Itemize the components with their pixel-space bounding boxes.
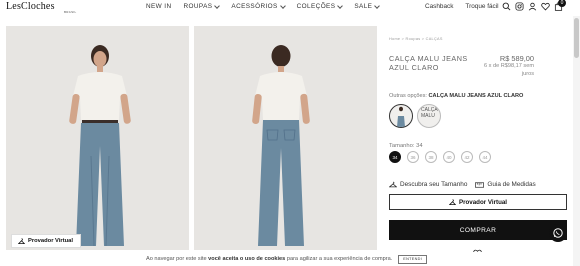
logo-subtitle: BRASIL [64, 10, 77, 14]
find-size-label: Descubra seu Tamanho [400, 181, 468, 188]
cookie-text-a: Ao navegar por este site [145, 256, 207, 262]
virtual-try-on-overlay-button[interactable]: Provador Virtual [11, 234, 81, 248]
size-option-36[interactable]: 36 [407, 151, 419, 163]
size-selector: 34 36 38 40 42 44 [389, 151, 491, 163]
cashback-link[interactable]: Cashback [425, 3, 453, 10]
variant-swatch-selected[interactable] [389, 104, 413, 128]
main-nav: NEW IN ROUPAS ACESSÓRIOS COLEÇÕES SALE [146, 2, 391, 10]
size-label: Tamanho: 34 [389, 143, 423, 149]
try-on-button-label: Provador Virtual [458, 198, 508, 206]
troque-facil-link[interactable]: Troque fácil [465, 3, 498, 10]
chevron-down-icon [374, 2, 381, 9]
site-header: LesCloches BRASIL NEW IN ROUPAS ACESSÓRI… [0, 0, 580, 16]
nav-label: SALE [354, 3, 373, 10]
nav-colecoes[interactable]: COLEÇÕES [296, 2, 344, 10]
search-icon[interactable] [502, 2, 511, 11]
cookie-text: Ao navegar por este site você aceita o u… [146, 256, 392, 262]
size-label-prefix: Tamanho: [389, 143, 415, 149]
swatch-alt-text: CALÇA MALU [421, 107, 438, 119]
size-help-links: Descubra seu Tamanho Guia de Medidas [389, 181, 536, 188]
hanger-icon [18, 237, 25, 244]
product-photo-front[interactable] [6, 26, 189, 250]
cookie-text-c: para agilizar a sua experiência de compr… [286, 256, 393, 262]
nav-label: ROUPAS [183, 3, 213, 10]
model-back-illustration [252, 45, 310, 246]
size-option-40[interactable]: 40 [443, 151, 455, 163]
breadcrumb[interactable]: Home > Roupas > CALÇAS [389, 37, 569, 41]
heart-icon[interactable] [541, 2, 550, 11]
nav-label: ACESSÓRIOS [231, 3, 278, 10]
variant-swatch-alt[interactable]: CALÇA MALU [417, 104, 441, 128]
whatsapp-icon [553, 228, 563, 238]
size-option-38[interactable]: 38 [425, 151, 437, 163]
title-price-row: CALÇA MALU JEANS AZUL CLARO R$ 589,00 6 … [389, 54, 569, 84]
model-front-illustration [69, 45, 131, 247]
product-title: CALÇA MALU JEANS AZUL CLARO [389, 54, 468, 72]
utility-links: Cashback Troque fácil [425, 3, 499, 10]
nav-acessorios[interactable]: ACESSÓRIOS [231, 2, 286, 10]
user-icon[interactable] [528, 2, 537, 11]
size-selected-value: 34 [416, 143, 423, 149]
nav-sale[interactable]: SALE [354, 2, 381, 10]
cookie-accept-button[interactable]: ENTENDI [398, 254, 428, 264]
find-size-link[interactable]: Descubra seu Tamanho [389, 181, 467, 188]
chevron-down-icon [337, 2, 344, 9]
swatch-thumbnail [397, 106, 405, 127]
nav-label: NEW IN [146, 3, 172, 10]
virtual-try-on-button[interactable]: Provador Virtual [389, 194, 567, 210]
try-on-overlay-label: Provador Virtual [28, 238, 73, 244]
installments-text: 6 x de R$98,17 sem juros [483, 63, 534, 77]
nav-roupas[interactable]: ROUPAS [183, 2, 221, 10]
product-details: Home > Roupas > CALÇAS CALÇA MALU JEANS … [389, 26, 569, 258]
measures-guide-link[interactable]: Guia de Medidas [475, 181, 536, 188]
size-option-44[interactable]: 44 [479, 151, 491, 163]
buy-button[interactable]: COMPRAR [389, 220, 567, 240]
header-icons [502, 2, 563, 11]
product-photo-back[interactable] [194, 26, 377, 250]
scrollbar-thumb[interactable] [574, 18, 579, 58]
measures-guide-label: Guia de Medidas [487, 181, 536, 188]
product-price: R$ 589,00 [499, 54, 534, 63]
other-options-label: Outras opções: CALÇA MALU JEANS AZUL CLA… [389, 93, 523, 99]
nav-new-in[interactable]: NEW IN [146, 3, 171, 10]
cart-count-badge: 0 [558, 0, 566, 7]
size-option-34[interactable]: 34 [389, 151, 401, 163]
page-scrollbar[interactable] [573, 16, 580, 266]
instagram-icon[interactable] [515, 2, 524, 11]
ruler-icon [475, 181, 485, 188]
size-option-42[interactable]: 42 [461, 151, 473, 163]
chevron-down-icon [214, 2, 221, 9]
cookie-banner: Ao navegar por este site você aceita o u… [0, 252, 573, 266]
cookie-text-b: você aceita o uso de cookies [208, 256, 286, 262]
hanger-icon [389, 181, 397, 188]
other-options-value: CALÇA MALU JEANS AZUL CLARO [428, 93, 524, 99]
site-logo[interactable]: LesCloches [6, 1, 55, 12]
whatsapp-chat-button[interactable] [549, 224, 567, 242]
other-options-prefix: Outras opções: [389, 93, 427, 99]
hanger-icon [448, 198, 456, 205]
chevron-down-icon [279, 2, 286, 9]
nav-label: COLEÇÕES [296, 3, 336, 10]
